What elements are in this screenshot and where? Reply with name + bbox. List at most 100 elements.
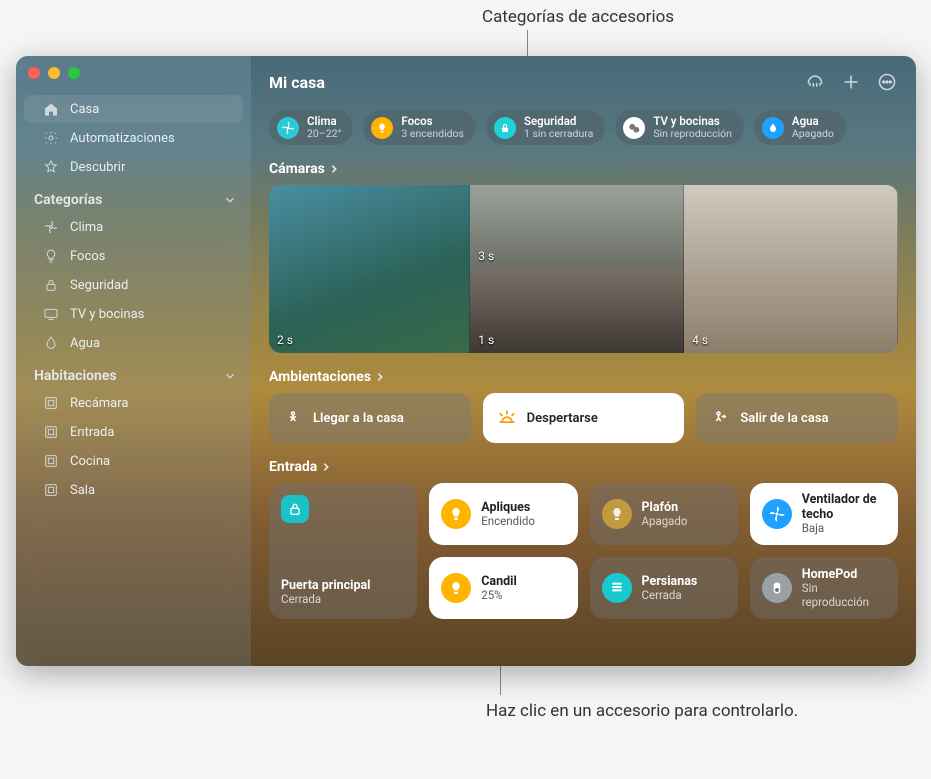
callout-accessory-label: Haz clic en un accesorio para controlarl… xyxy=(486,700,798,722)
accessory-status: Sin reproducción xyxy=(802,582,886,610)
sidebar-item-tv-y-bocinas[interactable]: TV y bocinas xyxy=(24,300,243,328)
scene-icon xyxy=(710,408,730,428)
lock-icon xyxy=(42,276,60,294)
chevron-down-icon xyxy=(223,193,237,207)
star-icon xyxy=(42,158,60,176)
sidebar-item-entrada[interactable]: Entrada xyxy=(24,418,243,446)
accessory-tile-homepod[interactable]: HomePodSin reproducción xyxy=(750,557,898,619)
sidebar-item-label: TV y bocinas xyxy=(70,307,144,322)
sidebar-item-recámara[interactable]: Recámara xyxy=(24,389,243,417)
camera-tile[interactable]: 2 s xyxy=(269,185,470,353)
accessory-tile-apliques[interactable]: ApliquesEncendido xyxy=(429,483,577,545)
room-icon xyxy=(42,394,60,412)
sidebar-item-label: Sala xyxy=(70,483,95,498)
chip-icon xyxy=(623,117,645,139)
minimize-window-button[interactable] xyxy=(48,67,60,79)
callout-category-label: Categorías de accesorios xyxy=(482,6,674,28)
chip-status: Apagado xyxy=(792,128,834,140)
section-label: Categorías xyxy=(34,192,102,208)
room-icon xyxy=(42,423,60,441)
chip-icon xyxy=(277,117,299,139)
scene-icon xyxy=(497,408,517,428)
sidebar-item-label: Automatizaciones xyxy=(70,131,175,146)
chip-status: 1 sin cerradura xyxy=(524,128,593,140)
category-chip-clima[interactable]: Clima20–22° xyxy=(269,110,353,145)
sidebar-item-focos[interactable]: Focos xyxy=(24,242,243,270)
camera-timestamp: 4 s xyxy=(692,333,708,347)
accessory-tile-persianas[interactable]: PersianasCerrada xyxy=(590,557,738,619)
accessory-status: Baja xyxy=(802,522,886,536)
sidebar-item-label: Casa xyxy=(70,102,99,117)
sidebar-item-cocina[interactable]: Cocina xyxy=(24,447,243,475)
camera-tile[interactable]: 3 s xyxy=(470,185,684,269)
scene-label: Llegar a la casa xyxy=(313,411,404,426)
chevron-right-icon xyxy=(329,164,339,174)
accessory-label: Apliques xyxy=(481,500,535,515)
scene-label: Salir de la casa xyxy=(740,411,828,426)
window-controls xyxy=(28,67,80,79)
chip-status: 3 encendidos xyxy=(401,128,464,140)
sidebar-item-clima[interactable]: Clima xyxy=(24,213,243,241)
accessory-status: Cerrada xyxy=(281,593,371,607)
accessory-label: Ventilador de techo xyxy=(802,492,886,522)
camera-timestamp: 3 s xyxy=(478,249,494,263)
accessory-icon xyxy=(762,573,792,603)
camera-tile[interactable]: 1 s xyxy=(470,269,684,353)
page-title: Mi casa xyxy=(269,73,325,92)
close-window-button[interactable] xyxy=(28,67,40,79)
section-scenes[interactable]: Ambientaciones xyxy=(269,369,898,385)
camera-tile[interactable]: 4 s xyxy=(684,185,898,353)
sidebar-item-automatizaciones[interactable]: Automatizaciones xyxy=(24,124,243,152)
lock-icon xyxy=(281,495,309,523)
chip-status: Sin reproducción xyxy=(653,128,732,140)
accessory-status: Apagado xyxy=(642,515,688,529)
sidebar-item-label: Entrada xyxy=(70,425,114,440)
sidebar-item-label: Seguridad xyxy=(70,278,128,293)
sidebar: Casa Automatizaciones Descubrir Categorías… xyxy=(16,56,251,666)
section-cameras[interactable]: Cámaras xyxy=(269,161,898,177)
section-room[interactable]: Entrada xyxy=(269,459,898,475)
camera-timestamp: 1 s xyxy=(478,333,494,347)
category-chip-seguridad[interactable]: Seguridad1 sin cerradura xyxy=(486,110,605,145)
accessory-door-tile[interactable]: Puerta principal Cerrada xyxy=(269,483,417,619)
accessory-tile-plafón[interactable]: PlafónApagado xyxy=(590,483,738,545)
sidebar-item-casa[interactable]: Casa xyxy=(24,95,243,123)
room-icon xyxy=(42,452,60,470)
chip-icon xyxy=(371,117,393,139)
category-chip-agua[interactable]: AguaApagado xyxy=(754,110,846,145)
chevron-down-icon xyxy=(223,369,237,383)
fullscreen-window-button[interactable] xyxy=(68,67,80,79)
accessory-label: Persianas xyxy=(642,574,698,589)
accessory-tile-ventilador-de-techo[interactable]: Ventilador de techoBaja xyxy=(750,483,898,545)
section-label: Cámaras xyxy=(269,161,325,177)
sidebar-item-descubrir[interactable]: Descubrir xyxy=(24,153,243,181)
category-chip-row: Clima20–22° Focos3 encendidos Seguridad1 s… xyxy=(269,110,898,145)
sidebar-section-categories[interactable]: Categorías xyxy=(16,182,251,212)
accessory-label: HomePod xyxy=(802,567,886,582)
accessory-status: 25% xyxy=(481,589,517,603)
home-icon xyxy=(42,100,60,118)
sidebar-item-agua[interactable]: Agua xyxy=(24,329,243,357)
scene-salir-de-la-casa[interactable]: Salir de la casa xyxy=(696,393,898,443)
scene-despertarse[interactable]: Despertarse xyxy=(483,393,685,443)
sidebar-item-label: Cocina xyxy=(70,454,110,469)
scene-label: Despertarse xyxy=(527,411,598,426)
scene-row: Llegar a la casa Despertarse Salir de la c… xyxy=(269,393,898,443)
intercom-button[interactable] xyxy=(804,71,826,93)
sidebar-item-sala[interactable]: Sala xyxy=(24,476,243,504)
category-chip-focos[interactable]: Focos3 encendidos xyxy=(363,110,476,145)
automation-icon xyxy=(42,129,60,147)
add-button[interactable] xyxy=(840,71,862,93)
category-chip-tv-y-bocinas[interactable]: TV y bocinasSin reproducción xyxy=(615,110,744,145)
chevron-right-icon xyxy=(321,462,331,472)
camera-timestamp: 2 s xyxy=(277,333,293,347)
accessory-tile-candil[interactable]: Candil25% xyxy=(429,557,577,619)
sidebar-item-label: Agua xyxy=(70,336,100,351)
tv-icon xyxy=(42,305,60,323)
scene-llegar-a-la-casa[interactable]: Llegar a la casa xyxy=(269,393,471,443)
app-window: Casa Automatizaciones Descubrir Categorías… xyxy=(16,56,916,666)
sidebar-section-rooms[interactable]: Habitaciones xyxy=(16,358,251,388)
more-button[interactable] xyxy=(876,71,898,93)
sidebar-item-seguridad[interactable]: Seguridad xyxy=(24,271,243,299)
section-label: Entrada xyxy=(269,459,317,475)
